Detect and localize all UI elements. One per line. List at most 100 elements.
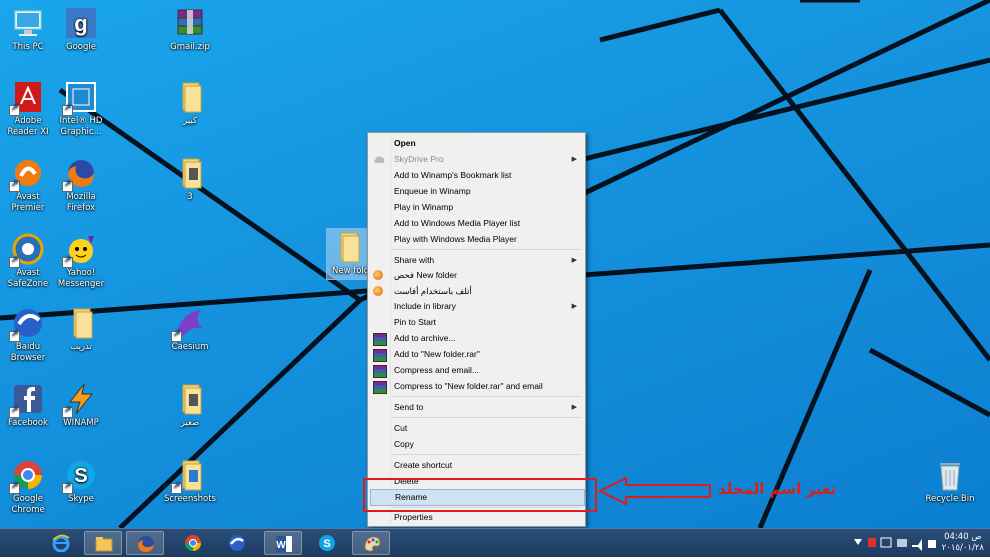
menu-item-skydrive-pro[interactable]: SkyDrive Pro ▶ xyxy=(370,152,583,167)
gmail-zip-label: Gmail.zip xyxy=(170,42,210,52)
taskbar-explorer-button[interactable] xyxy=(84,531,122,555)
avast-premier-label: Avast Premier xyxy=(11,192,45,213)
tray-icons xyxy=(854,537,936,551)
baidu-browser-icon xyxy=(228,534,246,552)
intel-graphics-icon[interactable]: Intel® HD Graphic... xyxy=(53,80,109,138)
annotation-box xyxy=(363,478,597,512)
recycle-bin-icon[interactable]: Recycle Bin xyxy=(922,458,978,505)
menu-item-compress-rar-email[interactable]: Compress to "New folder.rar" and email xyxy=(370,379,583,394)
menu-item-copy[interactable]: Copy xyxy=(370,437,583,452)
menu-item-add-rar-label: Add to "New folder.rar" xyxy=(394,349,480,359)
menu-item-send-to[interactable]: Send to ▶ xyxy=(370,400,583,415)
menu-item-properties[interactable]: Properties xyxy=(370,510,583,525)
gmail-zip-icon[interactable]: Gmail.zip xyxy=(162,6,218,53)
menu-item-add-wmp-label: Add to Windows Media Player list xyxy=(394,218,521,228)
menu-item-include-library[interactable]: Include in library ▶ xyxy=(370,299,583,314)
google-label: Google xyxy=(66,42,96,52)
menu-item-add-wmp-list[interactable]: Add to Windows Media Player list xyxy=(370,216,583,231)
menu-item-pin-start[interactable]: Pin to Start xyxy=(370,315,583,330)
cloud-icon xyxy=(373,154,385,165)
baidu-browser-label: Baidu Browser xyxy=(10,342,46,363)
caesium-icon[interactable]: Caesium xyxy=(162,306,218,353)
yahoo-messenger-icon[interactable]: Yahoo! Messenger xyxy=(53,232,109,290)
svg-text:S: S xyxy=(323,538,330,550)
folder-3-label: 3 xyxy=(187,192,193,202)
desktop[interactable]: This PC Adobe Reader XI Avast Premier Av… xyxy=(0,0,990,528)
menu-item-add-rar[interactable]: Add to "New folder.rar" xyxy=(370,347,583,362)
taskbar-firefox-button[interactable] xyxy=(126,531,164,555)
screenshots-icon[interactable]: Screenshots xyxy=(162,458,218,505)
folder-tadrib-icon[interactable]: تدريب xyxy=(53,306,109,353)
menu-item-play-winamp-label: Play in Winamp xyxy=(394,202,454,212)
google-icon[interactable]: g Google xyxy=(53,6,109,53)
menu-item-play-wmp-label: Play with Windows Media Player xyxy=(394,234,517,244)
menu-separator xyxy=(392,417,581,418)
taskbar-ie-button[interactable] xyxy=(42,531,80,555)
skype-icon: S xyxy=(318,534,336,552)
clock-date: ٢٠١٥/٠١/٢٨ xyxy=(941,543,984,553)
menu-item-play-wmp[interactable]: Play with Windows Media Player xyxy=(370,232,583,247)
winrar-icon xyxy=(373,365,387,378)
menu-item-compress-email[interactable]: Compress and email... xyxy=(370,363,583,378)
this-pc-icon[interactable]: This PC xyxy=(0,6,56,53)
context-menu: Open SkyDrive Pro ▶ Add to Winamp's Bookm… xyxy=(367,132,586,527)
submenu-arrow-icon: ▶ xyxy=(571,257,577,264)
folder-saghir-icon[interactable]: صغير xyxy=(162,382,218,429)
winamp-icon[interactable]: WINAMP xyxy=(53,382,109,429)
svg-text:W: W xyxy=(276,540,286,551)
taskbar: W S ص 04:40 ٢٠١٥/٠١/٢٨ xyxy=(0,528,990,557)
adobe-reader-icon[interactable]: Adobe Reader XI xyxy=(0,80,56,138)
folder-kabir-label: كبير xyxy=(183,116,197,126)
menu-item-avast-scan[interactable]: فحص New folder xyxy=(370,268,583,283)
taskbar-skype-button[interactable]: S xyxy=(308,531,346,555)
menu-item-enqueue-label: Enqueue in Winamp xyxy=(394,186,471,196)
facebook-icon[interactable]: Facebook xyxy=(0,382,56,429)
paint-icon xyxy=(363,535,381,553)
taskbar-word-button[interactable]: W xyxy=(264,531,302,555)
menu-item-cut[interactable]: Cut xyxy=(370,421,583,436)
menu-separator xyxy=(392,249,581,250)
taskbar-chrome-button[interactable] xyxy=(174,531,212,555)
folder-kabir-icon[interactable]: كبير xyxy=(162,80,218,127)
google-chrome-icon[interactable]: Google Chrome xyxy=(0,458,56,516)
svg-text:S: S xyxy=(74,465,87,487)
menu-item-avast-shred[interactable]: أتلف باستخدام أفاست xyxy=(370,284,583,299)
menu-item-winamp-bookmark-label: Add to Winamp's Bookmark list xyxy=(394,170,512,180)
avast-safezone-label: Avast SafeZone xyxy=(7,268,49,289)
menu-item-add-archive[interactable]: Add to archive... xyxy=(370,331,583,346)
menu-item-open[interactable]: Open xyxy=(370,136,583,151)
menu-item-play-winamp[interactable]: Play in Winamp xyxy=(370,200,583,215)
menu-item-compress-rar-email-label: Compress to "New folder.rar" and email xyxy=(394,381,543,391)
folder-3-icon[interactable]: 3 xyxy=(162,156,218,203)
annotation-text: تغير اسم المجلد xyxy=(718,480,837,498)
menu-item-winamp-bookmark[interactable]: Add to Winamp's Bookmark list xyxy=(370,168,583,183)
adobe-reader-label: Adobe Reader XI xyxy=(7,116,49,137)
menu-item-shortcut-label: Create shortcut xyxy=(394,460,453,470)
folder-saghir-label: صغير xyxy=(180,418,200,428)
baidu-browser-icon[interactable]: Baidu Browser xyxy=(0,306,56,364)
menu-item-shred-label: أتلف باستخدام أفاست xyxy=(394,286,472,296)
submenu-arrow-icon: ▶ xyxy=(571,303,577,310)
facebook-label: Facebook xyxy=(8,418,48,428)
yahoo-messenger-label: Yahoo! Messenger xyxy=(57,268,105,289)
skype-icon[interactable]: S Skype xyxy=(53,458,109,505)
winamp-label: WINAMP xyxy=(63,418,99,428)
menu-item-create-shortcut[interactable]: Create shortcut xyxy=(370,458,583,473)
avast-safezone-icon[interactable]: Avast SafeZone xyxy=(0,232,56,290)
clock[interactable]: ص 04:40 ٢٠١٥/٠١/٢٨ xyxy=(942,532,984,554)
folder-tadrib-label: تدريب xyxy=(70,342,92,352)
firefox-icon[interactable]: Mozilla Firefox xyxy=(53,156,109,214)
taskbar-baidu-button[interactable] xyxy=(218,531,256,555)
menu-item-enqueue-winamp[interactable]: Enqueue in Winamp xyxy=(370,184,583,199)
winrar-icon xyxy=(373,349,387,362)
taskbar-paint-button[interactable] xyxy=(352,531,390,555)
avast-premier-icon[interactable]: Avast Premier xyxy=(0,156,56,214)
menu-item-share-with[interactable]: Share with ▶ xyxy=(370,253,583,268)
menu-item-library-label: Include in library xyxy=(394,301,456,311)
menu-item-properties-label: Properties xyxy=(394,512,433,522)
menu-item-send-to-label: Send to xyxy=(394,402,424,412)
chrome-icon xyxy=(184,534,202,552)
tray-keyboard-icon xyxy=(928,540,936,548)
menu-item-scan-label: فحص New folder xyxy=(394,270,457,280)
winrar-icon xyxy=(373,333,387,346)
